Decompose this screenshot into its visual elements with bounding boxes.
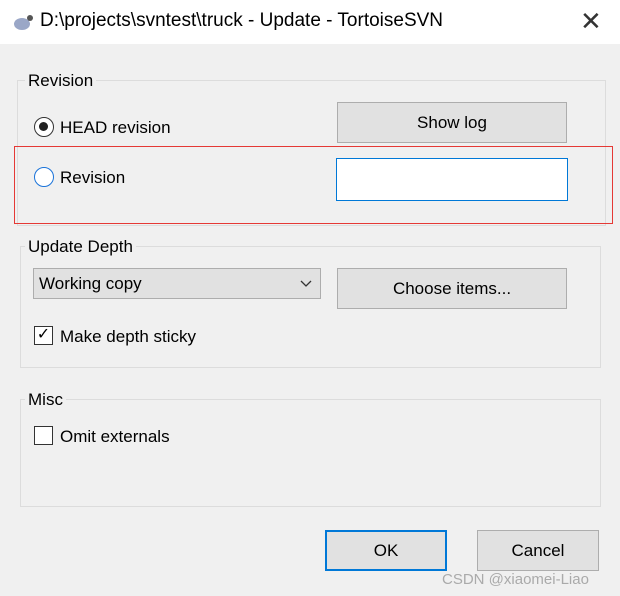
show-log-button[interactable]: Show log [337, 102, 567, 143]
chevron-down-icon [300, 280, 312, 287]
ok-button[interactable]: OK [325, 530, 447, 571]
omit-externals-checkbox[interactable] [34, 426, 53, 445]
revision-radio-label[interactable]: Revision [60, 168, 125, 188]
window-title: D:\projects\svntest\truck - Update - Tor… [40, 10, 444, 31]
watermark: CSDN @xiaomei-Liao [442, 571, 589, 588]
revision-group-label: Revision [25, 71, 97, 91]
head-revision-radio[interactable] [34, 117, 54, 137]
revision-input[interactable] [336, 158, 568, 201]
tortoisesvn-icon [14, 15, 33, 30]
depth-dropdown[interactable]: Working copy [33, 268, 321, 299]
make-depth-sticky-checkbox[interactable]: ✓ [34, 326, 53, 345]
close-icon[interactable]: ✕ [580, 6, 602, 37]
misc-label: Misc [25, 390, 66, 410]
update-depth-label: Update Depth [25, 237, 136, 257]
make-depth-sticky-label[interactable]: Make depth sticky [60, 327, 196, 347]
revision-radio[interactable] [34, 167, 54, 187]
omit-externals-label[interactable]: Omit externals [60, 427, 170, 447]
title-bar: D:\projects\svntest\truck - Update - Tor… [0, 0, 620, 44]
head-revision-label[interactable]: HEAD revision [60, 118, 171, 138]
depth-selected: Working copy [39, 274, 142, 293]
misc-group [20, 399, 601, 507]
cancel-button[interactable]: Cancel [477, 530, 599, 571]
choose-items-button[interactable]: Choose items... [337, 268, 567, 309]
